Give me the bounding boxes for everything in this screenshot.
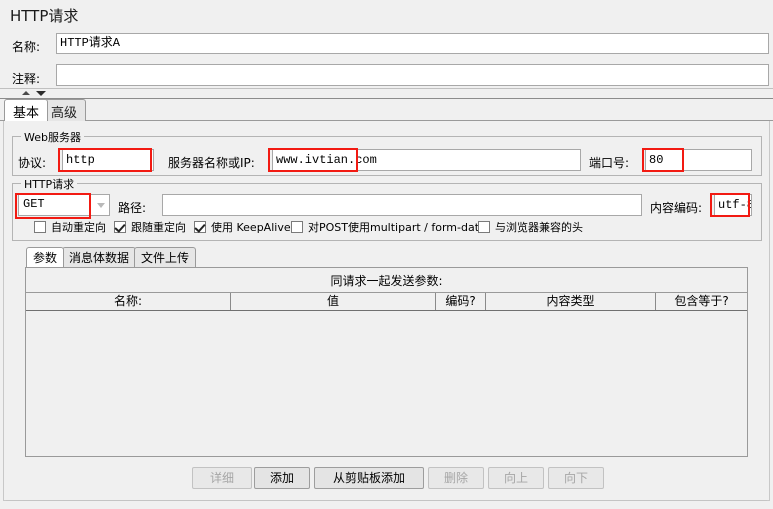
multipart-label: 对POST使用multipart / form-data (308, 221, 486, 234)
column-header-name[interactable]: 名称: (26, 293, 231, 310)
protocol-label: 协议: (18, 156, 47, 170)
chevron-down-icon (97, 203, 105, 208)
follow-redirect-box[interactable] (114, 221, 126, 233)
port-label: 端口号: (589, 156, 630, 170)
detail-button[interactable]: 详细 (192, 467, 252, 489)
browser-headers-label: 与浏览器兼容的头 (495, 221, 583, 234)
move-up-button[interactable]: 向上 (488, 467, 544, 489)
web-server-group-label: Web服务器 (21, 129, 84, 145)
table-body[interactable] (26, 311, 747, 456)
server-input[interactable]: www.ivtian.com (272, 149, 581, 171)
keepalive-box[interactable] (194, 221, 206, 233)
comment-label: 注释: (12, 72, 41, 86)
parameters-table: 同请求一起发送参数: 名称: 值 编码? 内容类型 包含等于? (25, 267, 748, 457)
delete-button[interactable]: 删除 (428, 467, 484, 489)
table-caption: 同请求一起发送参数: (330, 274, 443, 288)
table-header-row: 名称: 值 编码? 内容类型 包含等于? (26, 292, 747, 311)
server-label: 服务器名称或IP: (168, 156, 255, 170)
path-label: 路径: (118, 201, 147, 215)
collapse-down-icon[interactable] (36, 91, 46, 96)
basic-tab-content: Web服务器 协议: http 服务器名称或IP: www.ivtian.com… (3, 121, 770, 501)
page-title: HTTP请求 (10, 7, 79, 25)
encoding-label: 内容编码: (650, 201, 703, 215)
http-request-group-label: HTTP请求 (21, 176, 78, 192)
http-request-panel: HTTP请求 名称: HTTP请求A 注释: 基本 高级 Web服务器 协议: … (0, 0, 773, 509)
column-header-include-equals[interactable]: 包含等于? (656, 293, 747, 310)
column-header-encode[interactable]: 编码? (436, 293, 486, 310)
tab-advanced[interactable]: 高级 (42, 99, 87, 121)
tab-file-upload[interactable]: 文件上传 (134, 247, 197, 267)
column-header-content-type[interactable]: 内容类型 (486, 293, 656, 310)
bottom-divider (6, 500, 767, 501)
add-button[interactable]: 添加 (254, 467, 310, 489)
move-down-button[interactable]: 向下 (548, 467, 604, 489)
encoding-input[interactable]: utf-8 (714, 194, 752, 216)
method-select[interactable]: GET (18, 194, 110, 216)
name-label: 名称: (12, 40, 41, 54)
browser-headers-box[interactable] (478, 221, 490, 233)
auto-redirect-box[interactable] (34, 221, 46, 233)
comment-input[interactable] (56, 64, 769, 86)
outer-tab-bar: 基本 高级 (0, 98, 773, 121)
collapse-up-icon[interactable] (22, 91, 30, 95)
tab-parameters[interactable]: 参数 (26, 247, 65, 267)
add-from-clipboard-button[interactable]: 从剪贴板添加 (314, 467, 424, 489)
multipart-box[interactable] (291, 221, 303, 233)
protocol-input[interactable]: http (62, 149, 154, 171)
port-input[interactable]: 80 (645, 149, 752, 171)
column-header-value[interactable]: 值 (231, 293, 436, 310)
follow-redirect-label: 跟随重定向 (131, 221, 186, 234)
table-action-buttons: 详细 添加 从剪贴板添加 删除 向上 向下 (4, 467, 771, 491)
method-value: GET (23, 197, 45, 211)
path-input[interactable] (162, 194, 642, 216)
name-input[interactable]: HTTP请求A (56, 33, 769, 54)
auto-redirect-label: 自动重定向 (51, 221, 106, 234)
tab-body-data[interactable]: 消息体数据 (62, 247, 137, 267)
inner-tab-bar: 参数 消息体数据 文件上传 (4, 247, 771, 268)
tab-basic[interactable]: 基本 (4, 99, 49, 121)
keepalive-label: 使用 KeepAlive (211, 221, 291, 234)
